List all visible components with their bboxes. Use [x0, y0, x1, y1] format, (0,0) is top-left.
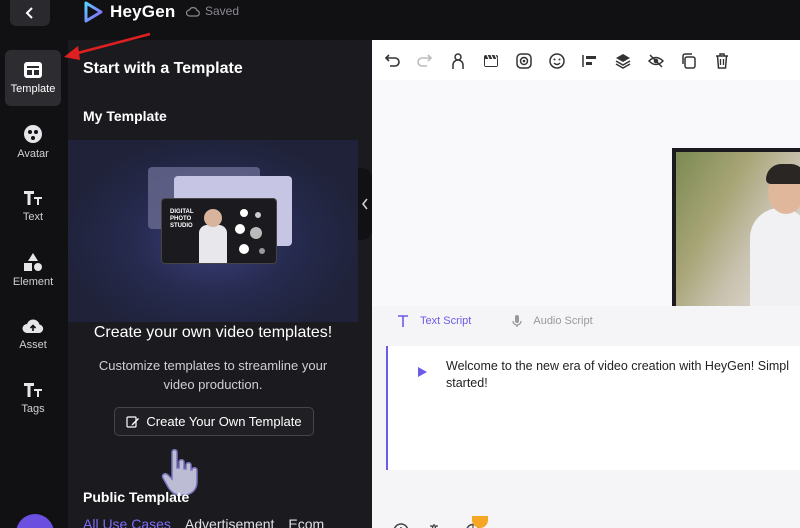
shapes-icon	[24, 253, 42, 271]
scene-avatar-hair	[766, 164, 800, 184]
avatar-icon	[24, 125, 42, 143]
script-toolbar	[392, 522, 482, 528]
scene-preview[interactable]	[672, 148, 800, 314]
card-person-head	[204, 209, 222, 227]
editor-area: Text Script Audio Script Welcome to the …	[372, 40, 800, 528]
left-rail: Template Avatar Text Element Asset Tags	[0, 40, 68, 528]
rail-label-template: Template	[10, 83, 56, 95]
chevron-left-icon	[25, 7, 33, 19]
tab-text-script[interactable]: Text Script	[396, 314, 471, 328]
avatar-tool-button[interactable]	[448, 50, 468, 72]
annotation-arrow-icon	[64, 32, 151, 60]
promo-title: Create your own video templates!	[93, 324, 333, 341]
rail-item-asset[interactable]: Asset	[5, 306, 61, 362]
template-panel: Start with a Template My Template DIGITA…	[68, 40, 358, 528]
rail-label-avatar: Avatar	[17, 148, 49, 160]
script-line-1: Welcome to the new era of video creation…	[446, 359, 789, 373]
redo-icon	[417, 54, 433, 67]
face-icon	[549, 53, 565, 69]
camera-tool-button[interactable]	[514, 50, 534, 72]
duplicate-button[interactable]	[679, 50, 699, 72]
undo-button[interactable]	[382, 50, 402, 72]
clock-icon[interactable]	[392, 522, 410, 528]
script-panel: Text Script Audio Script Welcome to the …	[372, 306, 800, 528]
visibility-tool-button[interactable]	[646, 50, 666, 72]
my-template-heading: My Template	[83, 108, 167, 124]
rail-item-template[interactable]: Template	[5, 50, 61, 106]
card-decoration	[235, 209, 265, 254]
public-template-heading: Public Template	[83, 489, 190, 505]
edit-template-icon	[126, 415, 140, 428]
tab-ecommerce[interactable]: Ecom	[288, 516, 324, 528]
rail-label-asset: Asset	[19, 339, 47, 351]
rail-label-element: Element	[12, 276, 54, 288]
rail-item-avatar[interactable]: Avatar	[5, 114, 61, 170]
editor-toolbar	[382, 50, 732, 72]
layers-icon	[615, 54, 631, 69]
template-promo-illustration: DIGITAL PHOTO STUDIO	[68, 140, 358, 322]
translate-icon[interactable]	[428, 522, 446, 528]
align-icon	[582, 55, 596, 67]
face-tool-button[interactable]	[547, 50, 567, 72]
audio-script-label: Audio Script	[533, 315, 593, 327]
card-person-body	[199, 225, 227, 263]
save-status: Saved	[186, 4, 239, 18]
script-tabs: Text Script Audio Script	[396, 314, 593, 328]
rail-item-text[interactable]: Text	[5, 178, 61, 234]
create-template-label: Create Your Own Template	[146, 414, 302, 429]
scene-avatar-body	[750, 208, 800, 314]
back-button[interactable]	[10, 0, 50, 26]
tab-audio-script[interactable]: Audio Script	[511, 314, 593, 328]
chevron-left-icon	[361, 198, 368, 210]
video-canvas[interactable]	[372, 80, 800, 314]
text-script-label: Text Script	[420, 315, 472, 327]
focus-icon	[516, 53, 532, 69]
microphone-icon	[512, 315, 523, 327]
create-template-button[interactable]: Create Your Own Template	[114, 407, 314, 436]
eye-off-icon	[647, 54, 665, 68]
brand-name: HeyGen	[110, 2, 176, 21]
tags-icon	[24, 383, 42, 397]
rail-label-tags: Tags	[21, 403, 45, 415]
heygen-logo	[84, 1, 103, 23]
rail-item-element[interactable]: Element	[5, 242, 61, 298]
rail-label-text: Text	[22, 211, 44, 223]
align-tool-button[interactable]	[580, 50, 600, 72]
cloud-check-icon	[186, 6, 200, 17]
person-icon	[452, 53, 464, 69]
use-case-tabs: All Use Cases Advertisement Ecom	[83, 516, 324, 528]
script-text[interactable]: Welcome to the new era of video creation…	[446, 358, 800, 392]
text-t-icon	[398, 315, 408, 327]
script-line-2: started!	[446, 376, 488, 390]
copy-icon	[682, 53, 696, 69]
rail-item-tags[interactable]: Tags	[5, 370, 61, 426]
illustration-card-front: DIGITAL PHOTO STUDIO	[161, 198, 277, 264]
collapse-panel-button[interactable]	[358, 168, 372, 240]
trash-icon	[716, 53, 728, 69]
redo-button[interactable]	[415, 50, 435, 72]
text-icon	[24, 191, 42, 205]
tab-all-use-cases[interactable]: All Use Cases	[83, 516, 171, 528]
delete-button[interactable]	[712, 50, 732, 72]
promo-description: Customize templates to streamline your v…	[98, 358, 328, 392]
cloud-upload-icon	[22, 319, 44, 333]
undo-icon	[384, 54, 400, 67]
layers-tool-button[interactable]	[613, 50, 633, 72]
tab-advertisement[interactable]: Advertisement	[185, 516, 274, 528]
script-text-box[interactable]: Welcome to the new era of video creation…	[386, 346, 800, 470]
play-icon[interactable]	[416, 366, 428, 378]
template-icon	[24, 62, 42, 78]
save-status-label: Saved	[205, 4, 240, 18]
card-text: DIGITAL PHOTO STUDIO	[170, 209, 194, 229]
background-tool-button[interactable]	[481, 50, 501, 72]
clapperboard-icon	[484, 54, 498, 67]
